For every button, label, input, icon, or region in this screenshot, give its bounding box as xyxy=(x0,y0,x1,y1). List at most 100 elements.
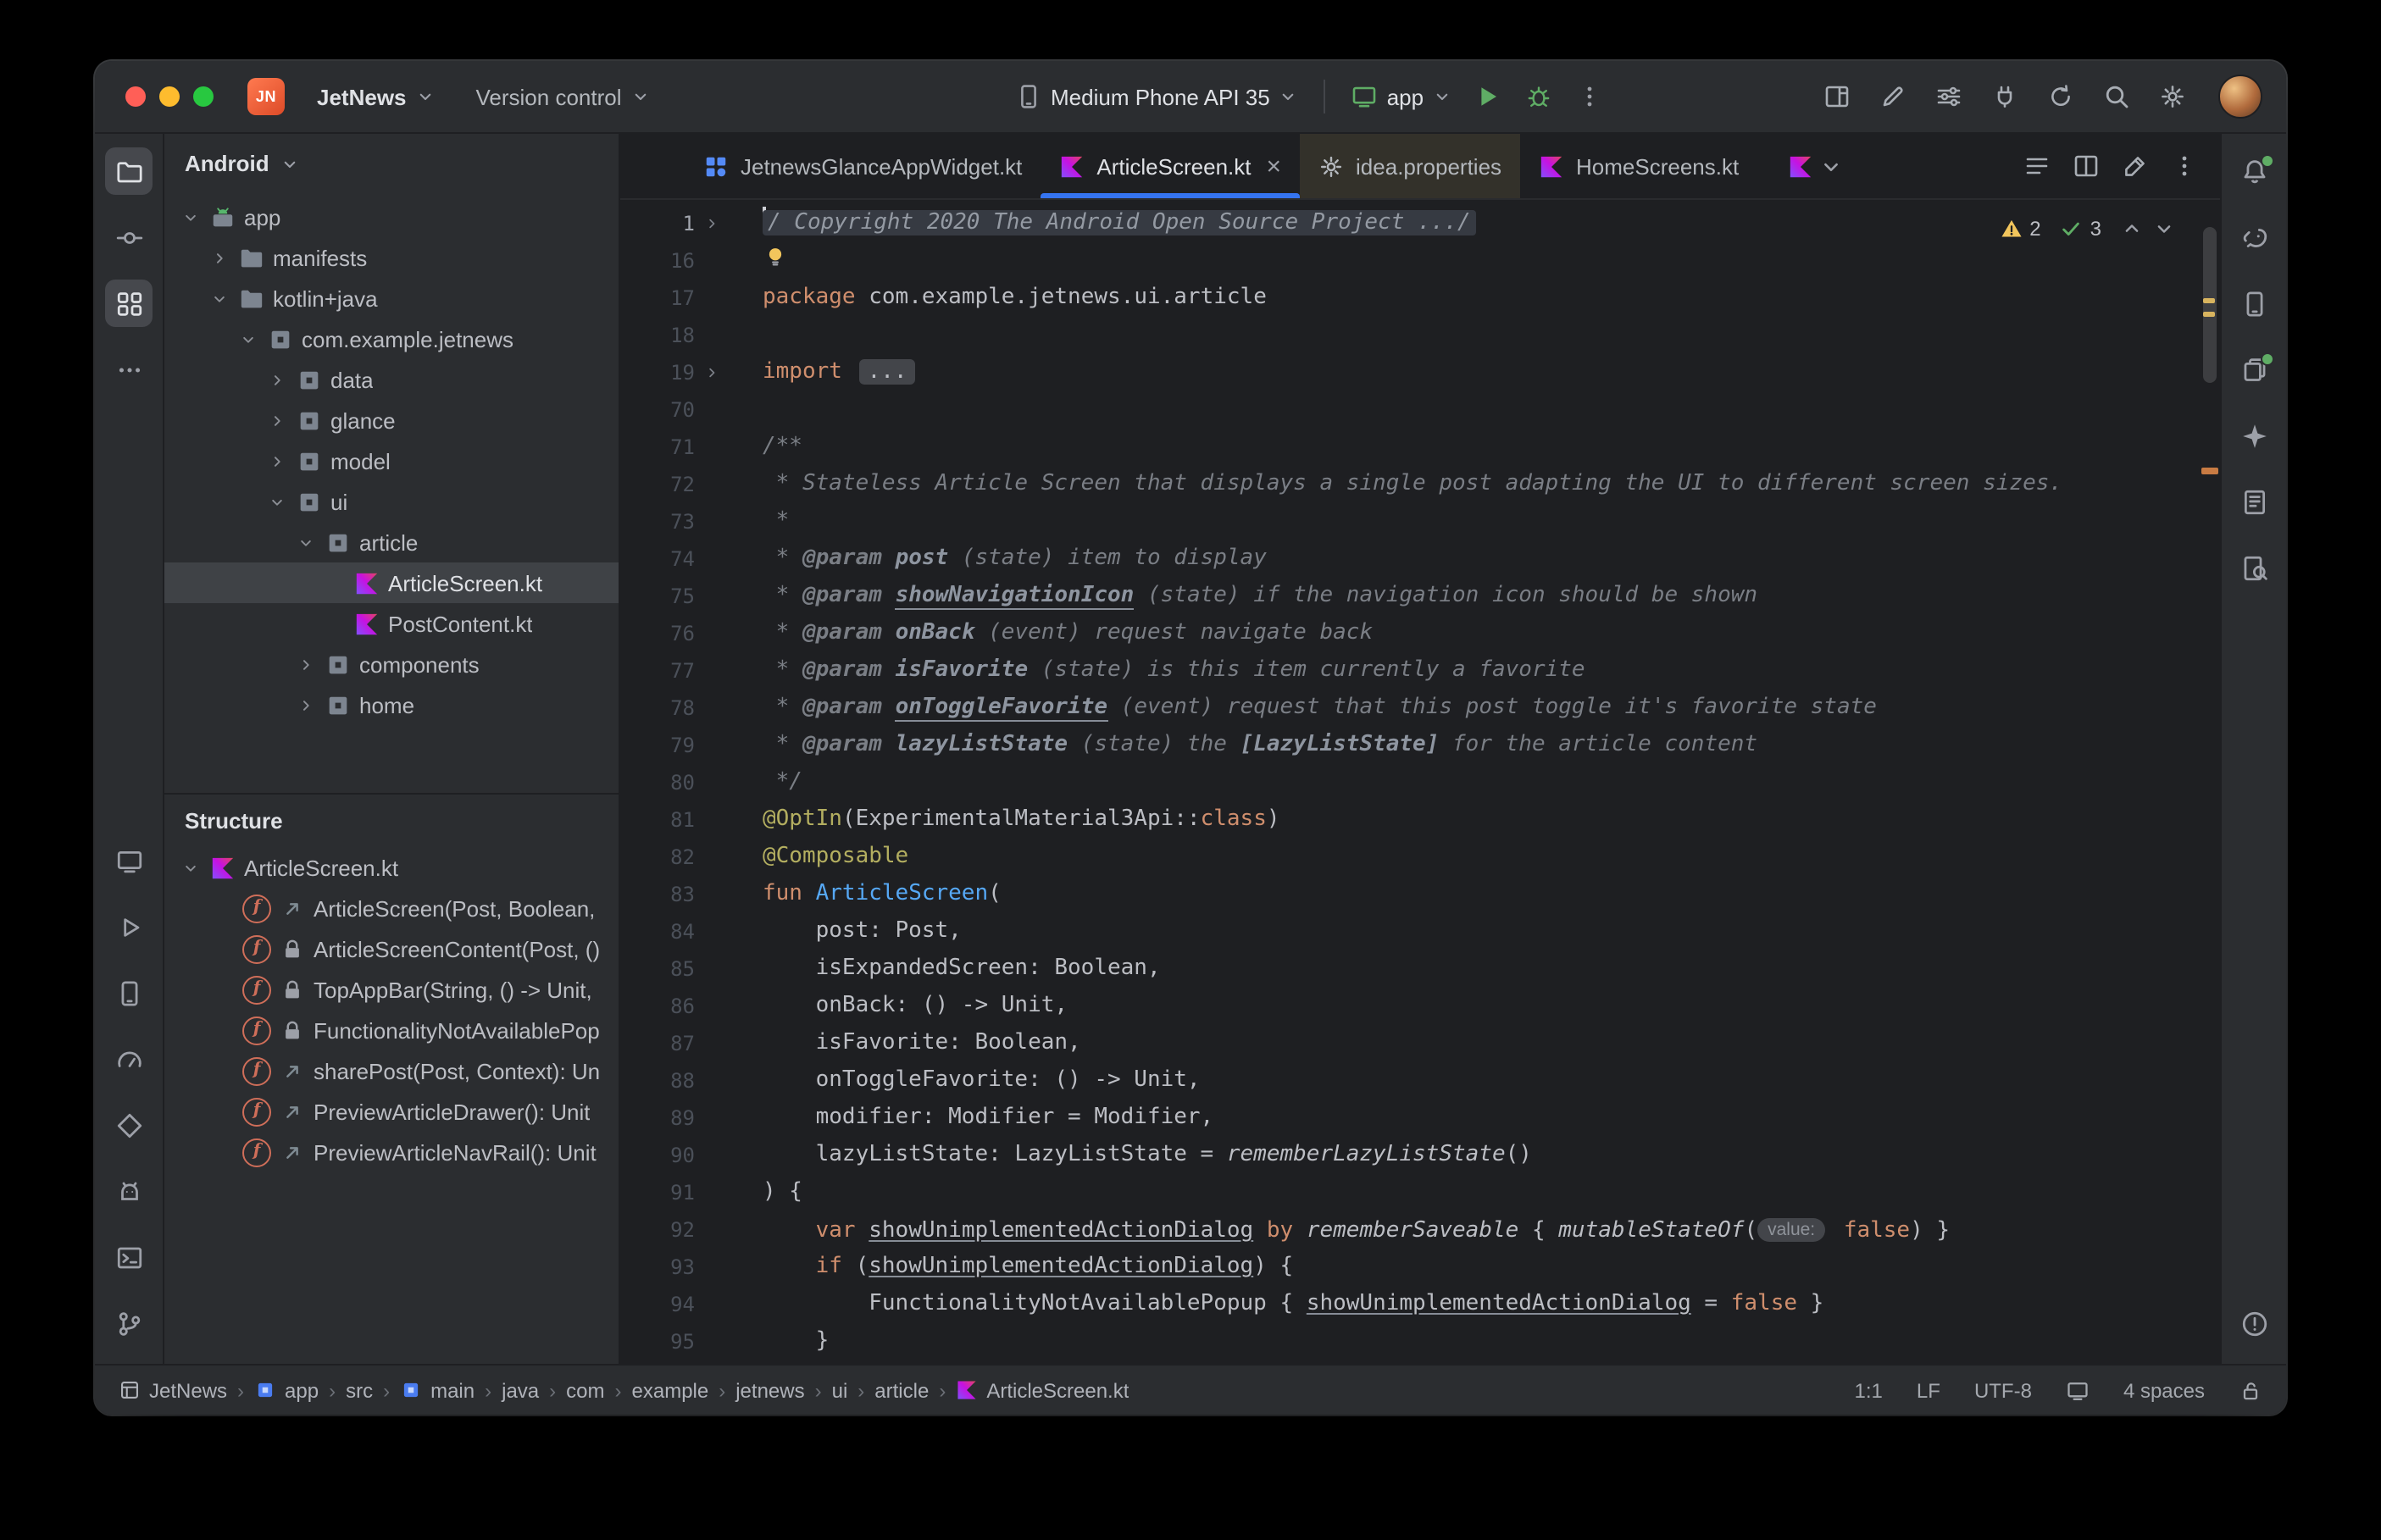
tool-structure-button[interactable] xyxy=(105,280,153,327)
tool-more-tool-windows-button[interactable] xyxy=(105,346,153,393)
tree-item-articlescreen-kt[interactable]: ArticleScreen.kt xyxy=(164,562,619,603)
tree-item-home[interactable]: home xyxy=(164,684,619,725)
plugins-button[interactable] xyxy=(1981,73,2029,120)
tree-item-postcontent-kt[interactable]: PostContent.kt xyxy=(164,603,619,644)
tree-item-ui[interactable]: ui xyxy=(164,481,619,522)
split-view-button[interactable] xyxy=(2064,144,2108,188)
tree-item-com-example-jetnews[interactable]: com.example.jetnews xyxy=(164,319,619,359)
next-problem-icon[interactable] xyxy=(2152,217,2176,241)
chevron-right-icon[interactable] xyxy=(264,451,288,470)
chevron-right-icon[interactable] xyxy=(207,248,230,267)
design-view-button[interactable] xyxy=(2113,144,2157,188)
tool-project-button[interactable] xyxy=(105,147,153,195)
tree-item-glance[interactable]: glance xyxy=(164,400,619,440)
code-view-button[interactable] xyxy=(2015,144,2059,188)
breadcrumb-jetnews[interactable]: jetnews xyxy=(735,1378,804,1402)
tool-gradle-button[interactable] xyxy=(2230,213,2278,261)
structure-item-topappbar[interactable]: fTopAppBar(String, () -> Unit, xyxy=(164,969,619,1010)
zoom-window-button[interactable] xyxy=(193,86,214,107)
structure-root-articlescreen-kt[interactable]: ArticleScreen.kt xyxy=(164,847,619,888)
structure-item-previewarticledrawer[interactable]: fPreviewArticleDrawer(): Unit xyxy=(164,1091,619,1132)
chevron-down-icon[interactable] xyxy=(293,533,317,551)
file-lock-status[interactable] xyxy=(2239,1378,2262,1402)
hidden-tabs-dropdown[interactable] xyxy=(1778,134,1854,198)
structure-item-articlescreen[interactable]: fArticleScreen(Post, Boolean, xyxy=(164,888,619,928)
scrollbar-thumb[interactable] xyxy=(2203,227,2217,383)
device-selector-button[interactable]: Medium Phone API 35 xyxy=(1007,76,1307,117)
close-window-button[interactable] xyxy=(125,86,146,107)
settings-button[interactable] xyxy=(2149,73,2196,120)
tool-terminal-button[interactable] xyxy=(105,1233,153,1281)
editor-options-button[interactable] xyxy=(2162,144,2206,188)
warning-stripe-mark[interactable] xyxy=(2201,468,2218,474)
structure-item-articlescreencontent[interactable]: fArticleScreenContent(Post, () xyxy=(164,928,619,969)
profile-avatar[interactable] xyxy=(2218,75,2262,119)
tool-device-explorer-button[interactable] xyxy=(2230,544,2278,591)
search-everywhere-button[interactable] xyxy=(2093,73,2140,120)
breadcrumb-example[interactable]: example xyxy=(632,1378,709,1402)
tree-item-kotlin-java[interactable]: kotlin+java xyxy=(164,278,619,319)
tool-app-quality-insights-button[interactable] xyxy=(105,1101,153,1149)
run-config-button[interactable]: app xyxy=(1343,76,1461,117)
tree-item-model[interactable]: model xyxy=(164,440,619,481)
tool-commit-button[interactable] xyxy=(105,213,153,261)
chevron-down-icon[interactable] xyxy=(178,208,202,226)
project-view-selector[interactable]: Android xyxy=(164,134,619,193)
screen-share-status[interactable] xyxy=(2066,1378,2090,1402)
tool-profiler-button[interactable] xyxy=(105,1035,153,1083)
sync-project-button[interactable] xyxy=(2037,73,2084,120)
breadcrumb-article[interactable]: article xyxy=(874,1378,929,1402)
structure-item-sharepost[interactable]: fsharePost(Post, Context): Un xyxy=(164,1050,619,1091)
tree-item-app[interactable]: app xyxy=(164,197,619,237)
tool-gemini-button[interactable] xyxy=(2230,412,2278,459)
structure-item-previewarticlenavrail[interactable]: fPreviewArticleNavRail(): Unit xyxy=(164,1132,619,1172)
tool-layout-inspector-button[interactable] xyxy=(2230,478,2278,525)
chevron-right-icon[interactable] xyxy=(264,370,288,389)
inspection-widget[interactable]: 2 3 xyxy=(1999,210,2176,247)
breadcrumb-java[interactable]: java xyxy=(502,1378,539,1402)
line-separator-status[interactable]: LF xyxy=(1917,1378,1940,1402)
tool-device-manager-button[interactable] xyxy=(2230,280,2278,327)
warning-stripe-mark[interactable] xyxy=(2203,298,2215,303)
breadcrumb-ui[interactable]: ui xyxy=(832,1378,848,1402)
tab-homescreens-kt[interactable]: HomeScreens.kt xyxy=(1520,134,1757,198)
fold-marker-icon[interactable] xyxy=(695,205,729,242)
tree-item-manifests[interactable]: manifests xyxy=(164,237,619,278)
run-button[interactable] xyxy=(1464,73,1512,120)
fold-marker-icon[interactable] xyxy=(695,354,729,391)
chevron-down-icon[interactable] xyxy=(264,492,288,511)
version-control-menu-button[interactable]: Version control xyxy=(468,77,659,116)
code-with-me-button[interactable] xyxy=(1869,73,1917,120)
breadcrumb-articlescreen-kt[interactable]: ArticleScreen.kt xyxy=(956,1378,1129,1402)
chevron-down-icon[interactable] xyxy=(178,858,202,877)
breadcrumb-main[interactable]: main xyxy=(400,1378,475,1402)
indentation-status[interactable]: 4 spaces xyxy=(2123,1378,2205,1402)
minimize-window-button[interactable] xyxy=(159,86,180,107)
tool-logcat-button[interactable] xyxy=(105,1167,153,1215)
prev-problem-icon[interactable] xyxy=(2120,217,2144,241)
chevron-right-icon[interactable] xyxy=(293,655,317,673)
tab-articlescreen-kt[interactable]: ArticleScreen.kt× xyxy=(1041,134,1300,198)
tool-version-control-button[interactable] xyxy=(105,1299,153,1347)
editor-scrollbar[interactable] xyxy=(2200,200,2220,1364)
tree-item-components[interactable]: components xyxy=(164,644,619,684)
breadcrumb-jetnews[interactable]: JetNews xyxy=(119,1378,227,1402)
tool-windows-layout-button[interactable] xyxy=(1813,73,1861,120)
warning-stripe-mark[interactable] xyxy=(2203,312,2215,317)
tab-idea-properties[interactable]: idea.properties xyxy=(1300,134,1520,198)
structure-item-functionalitynotavailablepop[interactable]: fFunctionalityNotAvailablePop xyxy=(164,1010,619,1050)
chevron-right-icon[interactable] xyxy=(264,411,288,429)
debug-button[interactable] xyxy=(1515,73,1562,120)
project-menu-button[interactable]: JetNews xyxy=(308,77,444,116)
tree-item-article[interactable]: article xyxy=(164,522,619,562)
tool-notifications-button[interactable] xyxy=(2230,147,2278,195)
tab-jetnewsglanceappwidget-kt[interactable]: JetnewsGlanceAppWidget.kt xyxy=(685,134,1041,198)
close-tab-icon[interactable]: × xyxy=(1267,153,1282,179)
tool-running-devices-button[interactable] xyxy=(2230,346,2278,393)
main-menu-button[interactable] xyxy=(1925,73,1973,120)
chevron-right-icon[interactable] xyxy=(293,695,317,714)
tree-item-data[interactable]: data xyxy=(164,359,619,400)
tool-problems-button[interactable] xyxy=(2230,1299,2278,1347)
tool-run-button[interactable] xyxy=(105,903,153,950)
code-editor[interactable]: 2 3 1/ Copyright 2020 The Android Open S… xyxy=(620,200,2220,1364)
